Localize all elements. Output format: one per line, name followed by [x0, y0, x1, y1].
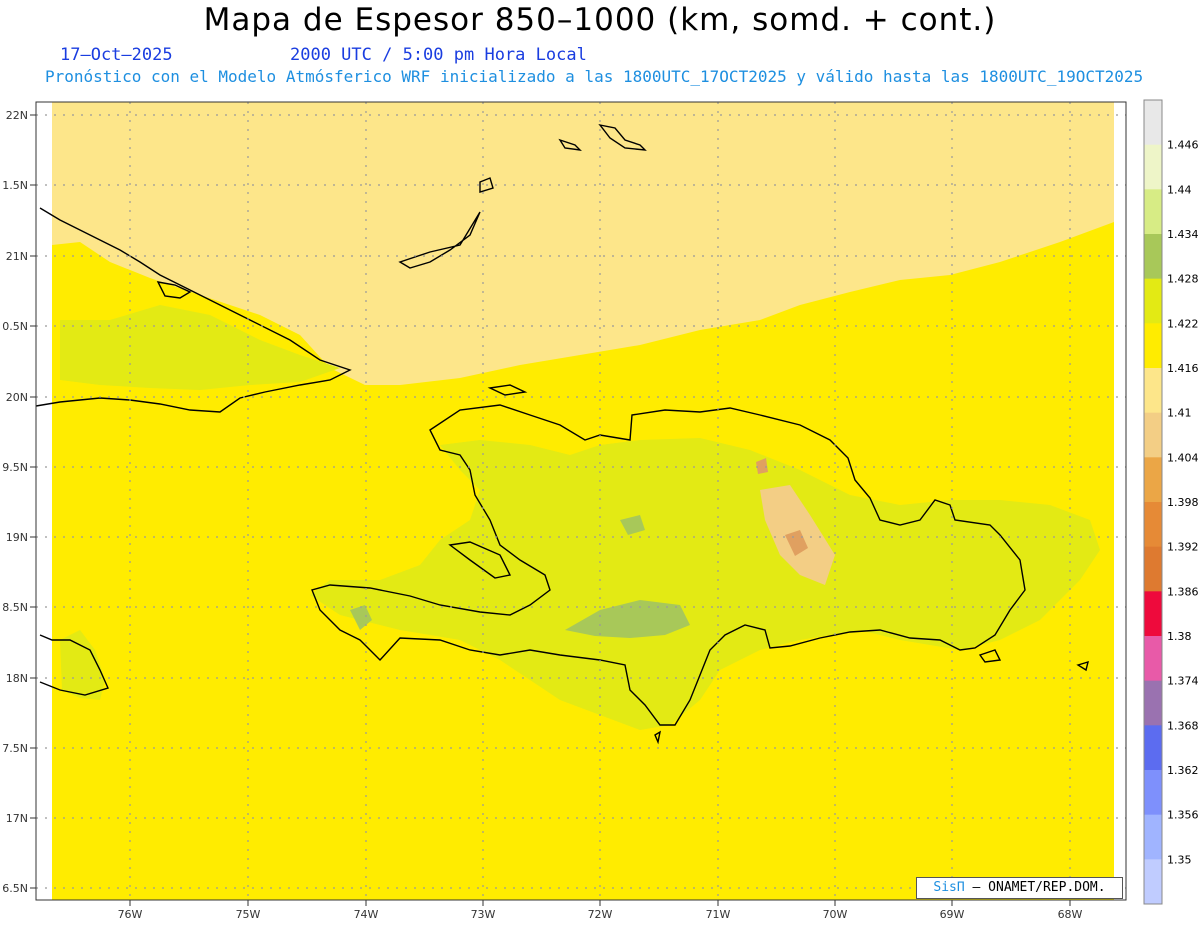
colorbar-segment	[1144, 502, 1162, 548]
lat-label: 7.5N	[2, 742, 28, 755]
colorbar-label: 1.434	[1167, 228, 1199, 241]
lon-label: 71W	[706, 908, 731, 921]
colorbar-segment	[1144, 770, 1162, 816]
colorbar-segment	[1144, 591, 1162, 637]
colorbar-label: 1.428	[1167, 273, 1199, 286]
thickness-map: 22N 1.5N 21N 0.5N 20N 9.5N 19N 8.5N 18N 7.5N 17N 6.…	[2, 99, 1199, 921]
lon-label: 69W	[940, 908, 965, 921]
lon-label: 68W	[1058, 908, 1083, 921]
colorbar-label: 1.41	[1167, 407, 1192, 420]
colorbar-segment	[1144, 725, 1162, 771]
lat-label: 6.5N	[2, 882, 28, 895]
lat-label: 19N	[6, 531, 28, 544]
colorbar-segment	[1144, 412, 1162, 458]
colorbar-label: 1.374	[1167, 675, 1199, 688]
colorbar: 1.446 1.44 1.434 1.428 1.422 1.416 1.41 1.404 1.…	[1143, 99, 1199, 905]
colorbar-segment	[1144, 457, 1162, 503]
lon-label: 74W	[354, 908, 379, 921]
colorbar-label: 1.35	[1167, 853, 1192, 866]
lon-label: 73W	[471, 908, 496, 921]
colorbar-segment	[1144, 189, 1162, 235]
colorbar-label: 1.392	[1167, 541, 1199, 554]
colorbar-label: 1.422	[1167, 317, 1199, 330]
colorbar-segment	[1144, 368, 1162, 414]
colorbar-label: 1.44	[1167, 183, 1192, 196]
colorbar-segment	[1144, 636, 1162, 682]
lon-label: 75W	[236, 908, 261, 921]
colorbar-label: 1.368	[1167, 719, 1199, 732]
credit-text: – ONAMET/REP.DOM.	[972, 880, 1106, 895]
colorbar-segment	[1144, 546, 1162, 592]
longitude-labels: 76W 75W 74W 73W 72W 71W 70W 69W 68W	[118, 900, 1083, 921]
lat-label: 8.5N	[2, 601, 28, 614]
lat-label: 20N	[6, 391, 28, 404]
colorbar-label: 1.362	[1167, 764, 1199, 777]
lat-label: 18N	[6, 672, 28, 685]
colorbar-segment	[1144, 278, 1162, 324]
lat-label: 0.5N	[2, 320, 28, 333]
lat-label: 21N	[6, 250, 28, 263]
colorbar-label: 1.398	[1167, 496, 1199, 509]
lat-label: 17N	[6, 812, 28, 825]
credit-box: SisΠ – ONAMET/REP.DOM.	[916, 877, 1123, 899]
lon-label: 76W	[118, 908, 143, 921]
colorbar-segment	[1144, 234, 1162, 280]
colorbar-label: 1.386	[1167, 585, 1199, 598]
lon-label: 72W	[588, 908, 613, 921]
colorbar-label: 1.446	[1167, 139, 1199, 152]
colorbar-label: 1.356	[1167, 809, 1199, 822]
colorbar-segment	[1144, 144, 1162, 190]
colorbar-segment	[1144, 100, 1162, 146]
colorbar-label: 1.416	[1167, 362, 1199, 375]
colorbar-segment	[1144, 814, 1162, 860]
lat-label: 22N	[6, 109, 28, 122]
colorbar-segment	[1144, 323, 1162, 369]
lat-label: 1.5N	[2, 179, 28, 192]
credit-brand: SisΠ	[933, 880, 965, 895]
map-area	[52, 102, 1114, 900]
lon-label: 70W	[823, 908, 848, 921]
latitude-labels: 22N 1.5N 21N 0.5N 20N 9.5N 19N 8.5N 18N 7.5N 17N 6.…	[2, 109, 36, 895]
colorbar-label: 1.38	[1167, 630, 1192, 643]
lat-label: 9.5N	[2, 461, 28, 474]
colorbar-segment	[1144, 680, 1162, 726]
colorbar-label: 1.404	[1167, 451, 1199, 464]
colorbar-segment	[1144, 859, 1162, 905]
